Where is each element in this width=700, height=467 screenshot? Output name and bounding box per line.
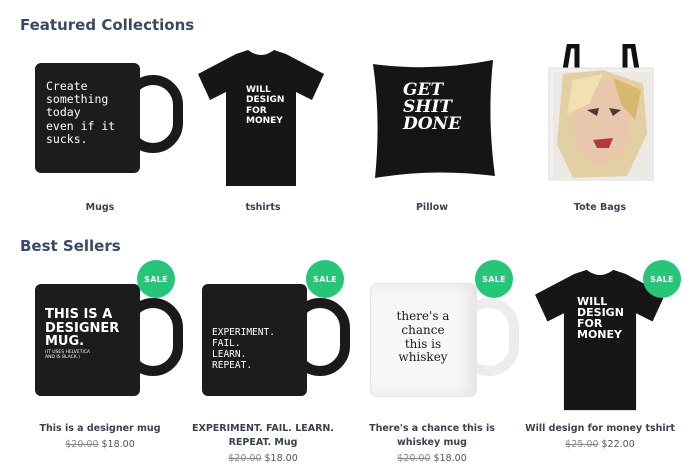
tote-bag-collection-image[interactable] <box>515 40 685 195</box>
collection-label-pillow[interactable]: Pillow <box>347 201 517 215</box>
collection-mugs[interactable]: Create something today even if it sucks.… <box>15 40 185 220</box>
best-sellers-title: Best Sellers <box>20 237 121 255</box>
mug-print-text: Create something today even if it sucks. <box>46 79 116 146</box>
tshirt-print-text: WILL DESIGN FOR MONEY <box>577 295 624 341</box>
sale-badge: SALE <box>475 260 513 298</box>
collection-pillow[interactable]: GET SHIT DONE Pillow <box>347 40 517 220</box>
mugs-collection-image[interactable]: Create something today even if it sucks. <box>15 40 185 195</box>
product-price: $20.00 $18.00 <box>15 438 185 452</box>
original-price: $25.00 <box>565 439 599 450</box>
tshirts-collection-image[interactable]: WILL DESIGN FOR MONEY <box>178 40 348 195</box>
product-card-design-tshirt[interactable]: WILL DESIGN FOR MONEY SALE Will design f… <box>515 258 685 463</box>
mug-print-text: there's a chance this is whiskey <box>396 309 450 365</box>
mug-print-subtext: (IT USES HELVETICA AND IS BLACK.) <box>45 350 90 361</box>
product-card-designer-mug[interactable]: THIS IS A DESIGNER MUG. (IT USES HELVETI… <box>15 258 185 463</box>
collection-tote-bags[interactable]: Tote Bags <box>515 40 685 220</box>
sale-price: $22.00 <box>601 439 635 450</box>
product-price: $25.00 $22.00 <box>515 438 685 452</box>
collection-label-mugs[interactable]: Mugs <box>15 201 185 215</box>
pillow-collection-image[interactable]: GET SHIT DONE <box>347 40 517 195</box>
mug-print-text: EXPERIMENT. FAIL. LEARN. REPEAT. <box>212 327 275 371</box>
product-card-whiskey-mug[interactable]: there's a chance this is whiskey SALE Th… <box>347 258 519 466</box>
sale-badge: SALE <box>643 260 681 298</box>
product-name[interactable]: There's a chance this is whiskey mug <box>347 422 517 450</box>
sale-badge: SALE <box>137 260 175 298</box>
collection-label-tote-bags[interactable]: Tote Bags <box>515 201 685 215</box>
original-price: $20.00 <box>228 453 262 464</box>
product-name[interactable]: Will design for money tshirt <box>515 422 685 436</box>
tote-bag-shape <box>548 44 654 181</box>
product-price: $20.00 $18.00 <box>178 452 348 466</box>
tshirt-print-text: WILL DESIGN FOR MONEY <box>246 85 285 127</box>
featured-collections-title: Featured Collections <box>20 16 195 34</box>
original-price: $20.00 <box>397 453 431 464</box>
sale-price: $18.00 <box>264 453 298 464</box>
pillow-print-text: GET SHIT DONE <box>403 80 462 134</box>
original-price: $20.00 <box>65 439 99 450</box>
collection-tshirts[interactable]: WILL DESIGN FOR MONEY tshirts <box>178 40 348 220</box>
collection-label-tshirts[interactable]: tshirts <box>178 201 348 215</box>
product-card-experiment-mug[interactable]: EXPERIMENT. FAIL. LEARN. REPEAT. SALE EX… <box>178 258 350 466</box>
sale-price: $18.00 <box>433 453 467 464</box>
sale-price: $18.00 <box>101 439 135 450</box>
mug-print-text: THIS IS A DESIGNER MUG. <box>45 307 120 350</box>
product-name[interactable]: EXPERIMENT. FAIL. LEARN. REPEAT. Mug <box>178 422 348 450</box>
product-price: $20.00 $18.00 <box>347 452 517 466</box>
product-name[interactable]: This is a designer mug <box>15 422 185 436</box>
sale-badge: SALE <box>306 260 344 298</box>
